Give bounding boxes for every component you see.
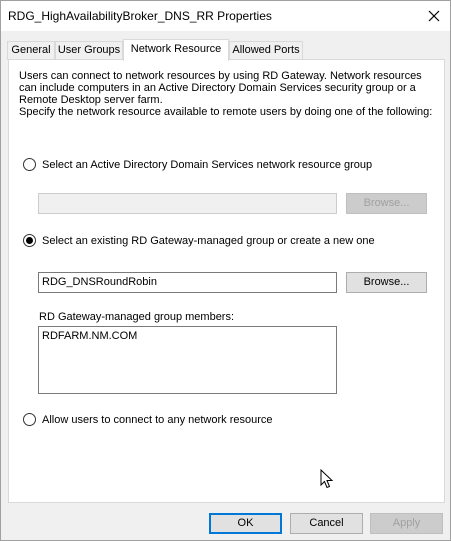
description-line: can include computers in an Active Direc… — [19, 82, 416, 94]
description-text: Users can connect to network resources b… — [19, 70, 439, 118]
option-any-resource-label: Allow users to connect to any network re… — [42, 413, 273, 426]
tab-label: Network Resource — [130, 43, 222, 55]
ad-group-input[interactable] — [38, 193, 337, 214]
tab-network-resource[interactable]: Network Resource — [123, 39, 229, 61]
tab-label: Allowed Ports — [232, 44, 300, 56]
apply-button[interactable]: Apply — [370, 513, 443, 534]
mouse-cursor-icon — [320, 469, 334, 489]
tab-general[interactable]: General — [7, 41, 55, 60]
members-list[interactable]: RDFARM.NM.COM — [38, 326, 337, 394]
tab-allowed-ports[interactable]: Allowed Ports — [229, 41, 303, 60]
option-any-resource[interactable]: Allow users to connect to any network re… — [23, 413, 273, 426]
description-line: Users can connect to network resources b… — [19, 70, 422, 82]
option-rdg-managed-group-label: Select an existing RD Gateway-managed gr… — [42, 234, 375, 247]
cancel-button[interactable]: Cancel — [290, 513, 363, 534]
tab-strip: General User Groups Network Resource All… — [7, 39, 447, 61]
tab-label: User Groups — [57, 44, 121, 56]
option-ad-group[interactable]: Select an Active Directory Domain Servic… — [23, 158, 372, 171]
network-resource-panel: Users can connect to network resources b… — [8, 59, 445, 503]
tab-user-groups[interactable]: User Groups — [55, 41, 123, 60]
option-rdg-managed-group[interactable]: Select an existing RD Gateway-managed gr… — [23, 234, 375, 247]
rdg-group-input[interactable]: RDG_DNSRoundRobin — [38, 272, 337, 293]
option-ad-group-label: Select an Active Directory Domain Servic… — [42, 158, 373, 171]
browse-rdg-group-button[interactable]: Browse... — [346, 272, 427, 293]
radio-ad-group[interactable] — [23, 158, 36, 171]
close-icon — [428, 10, 440, 22]
description-line: Remote Desktop server farm. — [19, 94, 163, 106]
window-title: RDG_HighAvailabilityBroker_DNS_RR Proper… — [8, 9, 272, 23]
browse-ad-group-button[interactable]: Browse... — [346, 193, 427, 214]
description-line: Specify the network resource available t… — [19, 106, 433, 118]
properties-dialog: RDG_HighAvailabilityBroker_DNS_RR Proper… — [0, 0, 451, 541]
close-button[interactable] — [418, 1, 450, 31]
tab-label: General — [11, 44, 51, 56]
ok-button[interactable]: OK — [209, 513, 282, 534]
radio-rdg-managed-group[interactable] — [23, 234, 36, 247]
title-bar: RDG_HighAvailabilityBroker_DNS_RR Proper… — [1, 1, 450, 31]
radio-any-resource[interactable] — [23, 413, 36, 426]
members-label: RD Gateway-managed group members: — [39, 311, 235, 323]
list-item[interactable]: RDFARM.NM.COM — [42, 330, 333, 342]
